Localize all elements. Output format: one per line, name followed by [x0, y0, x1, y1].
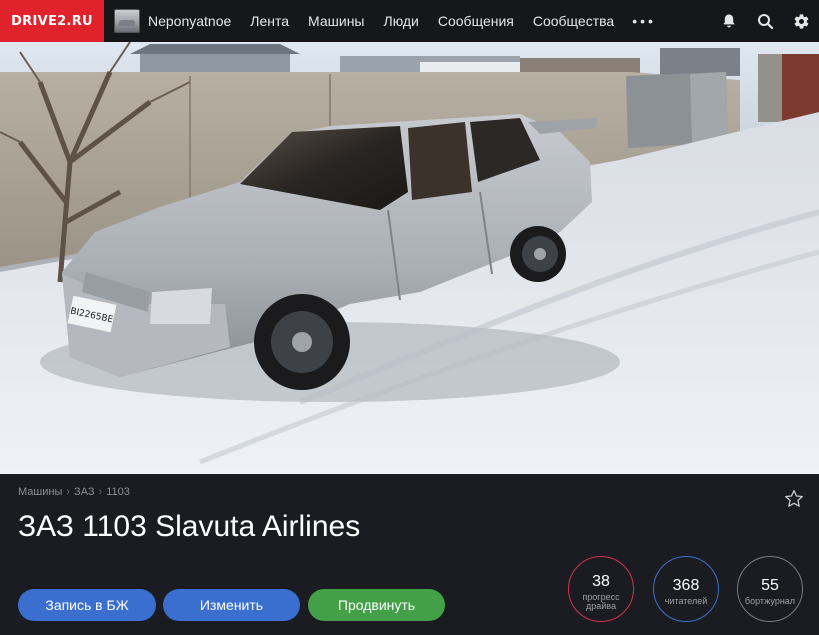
user-avatar[interactable]	[114, 9, 140, 33]
nav-item-cars[interactable]: Машины	[308, 13, 364, 29]
breadcrumb-item-cars[interactable]: Машины	[18, 486, 62, 498]
stat-value: 55	[761, 577, 779, 594]
car-hero-photo[interactable]: ВІ2265ВЕ	[0, 42, 819, 474]
drive2-logo[interactable]: DRIVE2.RU	[0, 0, 104, 42]
car-photo-illustration: ВІ2265ВЕ	[0, 42, 819, 474]
nav-item-messages[interactable]: Сообщения	[438, 13, 514, 29]
nav-icon-group	[711, 0, 819, 42]
search-icon[interactable]	[747, 0, 783, 42]
breadcrumb-item-model[interactable]: 1103	[106, 486, 130, 498]
edit-button[interactable]: Изменить	[163, 589, 300, 621]
breadcrumb-separator: ›	[98, 486, 103, 498]
stat-label: бортжурнал	[744, 596, 796, 606]
breadcrumb-separator: ›	[66, 486, 71, 498]
breadcrumb-item-make[interactable]: ЗАЗ	[74, 486, 95, 498]
car-title: ЗАЗ 1103 Slavuta Airlines	[18, 510, 361, 543]
stat-label: читателей	[664, 596, 708, 606]
more-menu-button[interactable]: •••	[632, 13, 656, 29]
add-diary-entry-button[interactable]: Запись в БЖ	[18, 589, 156, 621]
stat-label: прогресс драйва	[582, 591, 620, 611]
stat-value: 38	[592, 572, 610, 590]
bell-icon[interactable]	[711, 0, 747, 42]
nav-item-communities[interactable]: Сообщества	[533, 13, 614, 29]
top-navigation-bar: DRIVE2.RU Neponyatnoe Лента Машины Люди …	[0, 0, 819, 42]
star-icon[interactable]	[783, 488, 805, 510]
breadcrumb: Машины › ЗАЗ › 1103	[18, 486, 130, 498]
nav-username[interactable]: Neponyatnoe	[148, 13, 231, 29]
stat-readers[interactable]: 368 читателей	[653, 556, 719, 622]
stat-drive-progress[interactable]: 38 прогресс драйва	[568, 556, 634, 622]
nav-item-feed[interactable]: Лента	[250, 13, 289, 29]
car-info-panel: Машины › ЗАЗ › 1103 ЗАЗ 1103 Slavuta Air…	[0, 474, 819, 635]
stat-value: 368	[672, 577, 700, 594]
stat-logbook[interactable]: 55 бортжурнал	[737, 556, 803, 622]
promote-button[interactable]: Продвинуть	[308, 589, 445, 621]
gear-icon[interactable]	[783, 0, 819, 42]
nav-item-people[interactable]: Люди	[384, 13, 419, 29]
